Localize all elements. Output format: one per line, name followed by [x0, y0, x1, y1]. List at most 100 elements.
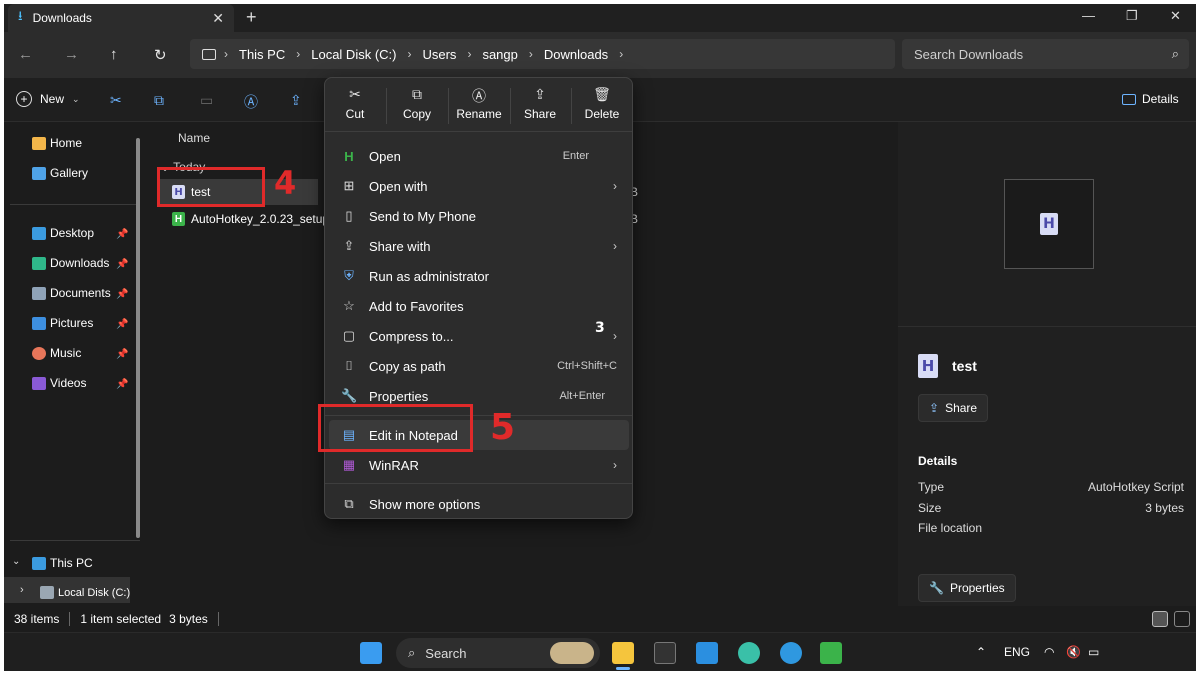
language-indicator[interactable]: ENG: [1004, 645, 1030, 659]
chevron-right-icon[interactable]: ›: [20, 584, 24, 596]
details-properties-button[interactable]: 🔧 Properties: [918, 574, 1016, 602]
pin-icon[interactable]: 📌: [116, 229, 128, 240]
sidebar-item-videos[interactable]: Videos: [32, 376, 86, 390]
context-cut-button[interactable]: ✂ Cut: [325, 86, 385, 121]
new-button[interactable]: + New ⌄: [16, 91, 80, 107]
breadcrumb-this-pc[interactable]: This PC: [239, 47, 285, 62]
menu-item-show-more-options[interactable]: ⧉ Show more options: [329, 489, 629, 519]
chevron-right-icon: ›: [613, 458, 617, 472]
paste-icon[interactable]: ▭: [200, 92, 213, 109]
menu-item-share-with[interactable]: ⇪ Share with ›: [329, 231, 629, 261]
cut-icon[interactable]: ✂: [110, 92, 122, 109]
tab-close-button[interactable]: ✕: [212, 10, 224, 27]
context-copy-button[interactable]: ⧉ Copy: [387, 86, 447, 121]
drive-icon: [40, 586, 54, 599]
annotation-box-step5: [318, 404, 473, 452]
sidebar-item-gallery[interactable]: Gallery: [32, 166, 88, 180]
new-label: New: [40, 92, 65, 106]
pin-icon[interactable]: 📌: [116, 349, 128, 360]
properties-label: Properties: [949, 581, 1005, 595]
forward-arrow-icon[interactable]: →: [64, 46, 79, 63]
selection-size: 3 bytes: [169, 612, 208, 626]
terminal-icon[interactable]: [654, 642, 676, 664]
sidebar-item-music[interactable]: Music: [32, 346, 81, 360]
sidebar-item-pictures[interactable]: Pictures: [32, 316, 93, 330]
edge-dev-icon[interactable]: [738, 642, 760, 664]
menu-item-label: Run as administrator: [369, 268, 489, 284]
windows-start-icon[interactable]: [360, 642, 382, 664]
star-icon: ☆: [343, 298, 355, 313]
annotation-step5: 5: [490, 407, 516, 448]
share-label: Share: [945, 401, 978, 415]
sidebar-item-documents[interactable]: Documents: [32, 286, 111, 300]
menu-item-compress[interactable]: ▢ Compress to... ›: [329, 321, 629, 351]
menu-item-winrar[interactable]: ▦ WinRAR ›: [329, 450, 629, 480]
sidebar-item-desktop[interactable]: Desktop: [32, 226, 94, 240]
trash-icon: 🗑: [593, 86, 611, 102]
vscode-icon[interactable]: [696, 642, 718, 664]
menu-item-send-to-phone[interactable]: ▯ Send to My Phone: [329, 201, 629, 231]
pin-icon[interactable]: 📌: [116, 379, 128, 390]
share-icon[interactable]: ⇪: [290, 92, 302, 109]
address-bar[interactable]: › This PC › Local Disk (C:) › Users › sa…: [190, 39, 895, 69]
sidebar-item-this-pc[interactable]: This PC: [32, 556, 93, 570]
chevron-up-icon[interactable]: ⌃: [976, 645, 986, 659]
details-share-button[interactable]: ⇪ Share: [918, 394, 989, 422]
copy-path-icon: ⌷: [345, 358, 353, 373]
breadcrumb-downloads[interactable]: Downloads: [544, 47, 608, 62]
this-pc-icon: [32, 556, 46, 570]
breadcrumb-local-disk[interactable]: Local Disk (C:): [311, 47, 396, 62]
pictures-icon: [32, 316, 46, 330]
pin-icon[interactable]: 📌: [116, 289, 128, 300]
rename-icon[interactable]: Ⓐ: [244, 92, 258, 112]
minimize-button[interactable]: —: [1082, 8, 1095, 23]
breadcrumb-sangp[interactable]: sangp: [482, 47, 517, 62]
open-with-icon: ⊞: [343, 178, 355, 193]
context-share-button[interactable]: ⇪ Share: [510, 86, 570, 121]
battery-icon[interactable]: ▭: [1088, 645, 1099, 659]
edge-icon[interactable]: [780, 642, 802, 664]
share-with-icon: ⇪: [343, 238, 355, 253]
plus-icon: +: [16, 91, 32, 107]
context-rename-button[interactable]: Ⓐ Rename: [449, 86, 509, 121]
context-delete-button[interactable]: 🗑 Delete: [572, 86, 632, 121]
sidebar-item-downloads[interactable]: Downloads: [32, 256, 109, 270]
file-explorer-icon[interactable]: [612, 642, 634, 664]
chevron-down-icon[interactable]: ⌄: [12, 556, 20, 567]
autohotkey-taskbar-icon[interactable]: [820, 642, 842, 664]
menu-shortcut: Enter: [562, 150, 589, 162]
column-header-name[interactable]: Name: [178, 131, 210, 145]
tiles-view-toggle-icon[interactable]: [1174, 611, 1190, 627]
chevron-right-icon: ›: [613, 329, 617, 343]
close-window-button[interactable]: ✕: [1170, 8, 1181, 24]
pin-icon[interactable]: 📌: [116, 319, 128, 330]
taskbar-search[interactable]: ⌕ Search: [396, 638, 600, 668]
new-tab-button[interactable]: +: [246, 7, 257, 28]
menu-item-open-with[interactable]: ⊞ Open with ›: [329, 171, 629, 201]
menu-item-open[interactable]: H Open Enter: [329, 141, 629, 171]
sidebar-item-label: Local Disk (C:): [58, 586, 131, 599]
volume-muted-icon[interactable]: 🔇: [1066, 645, 1081, 659]
sidebar-scrollbar[interactable]: [136, 138, 140, 538]
sidebar-item-home[interactable]: Home: [32, 136, 82, 150]
breadcrumb-users[interactable]: Users: [422, 47, 456, 62]
sidebar-divider: [10, 540, 140, 541]
up-arrow-icon[interactable]: ↑: [110, 46, 118, 63]
details-toggle-button[interactable]: Details: [1122, 92, 1179, 106]
computer-icon: [202, 48, 216, 60]
file-name: AutoHotkey_2.0.23_setup: [191, 212, 330, 226]
copy-icon[interactable]: ⧉: [154, 92, 164, 109]
sidebar-item-local-disk[interactable]: Local Disk (C:): [40, 586, 130, 599]
pin-icon[interactable]: 📌: [116, 259, 128, 270]
details-view-toggle-icon[interactable]: [1152, 611, 1168, 627]
search-input[interactable]: Search Downloads ⌕: [902, 39, 1189, 69]
maximize-button[interactable]: ❐: [1126, 8, 1138, 24]
menu-item-run-as-admin[interactable]: ⛨ Run as administrator: [329, 261, 629, 291]
menu-item-add-favorites[interactable]: ☆ Add to Favorites: [329, 291, 629, 321]
back-arrow-icon[interactable]: ←: [18, 46, 33, 63]
refresh-icon[interactable]: ↻: [154, 46, 167, 64]
menu-item-copy-path[interactable]: ⌷ Copy as path Ctrl+Shift+C: [329, 351, 629, 381]
wifi-icon[interactable]: ◠: [1044, 645, 1054, 659]
menu-item-label: Copy as path: [369, 358, 446, 374]
tab-downloads[interactable]: ⭳ Downloads ✕: [8, 4, 234, 32]
